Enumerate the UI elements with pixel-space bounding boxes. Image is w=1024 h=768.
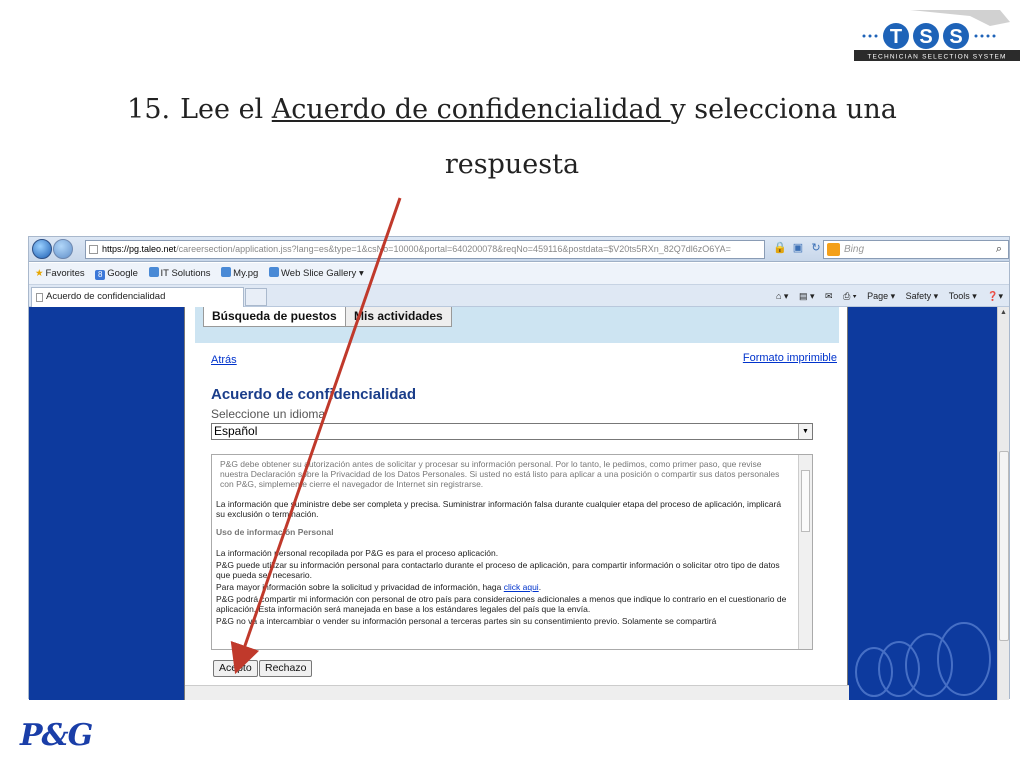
page-icon [89,245,98,254]
section-title: Uso de información Personal [216,527,334,537]
star-icon: ★ [35,268,44,279]
fav-google[interactable]: 8 Google [95,263,138,285]
print-icon[interactable]: ⎙ ▾ [843,291,856,301]
search-input[interactable]: Bing ⌕ [823,240,1009,259]
bing-icon [827,243,840,256]
ie-icon [268,267,279,277]
info-line-2: P&G puede utilizar su información person… [216,560,780,580]
title-link: Acuerdo de confidencialidad [271,94,671,125]
language-label: Seleccione un idioma [211,407,326,421]
decorative-circles [855,622,991,697]
back-icon[interactable] [32,239,52,259]
tss-letter-s2: S [949,26,962,48]
tss-logo: TECHNICIAN SELECTION SYSTEM T S S [850,6,1022,66]
lock-icon[interactable]: 🔒 [771,241,789,254]
career-tabs: Búsqueda de puestos Mis actividades [195,307,839,343]
textarea-scrollbar[interactable] [798,455,812,649]
home-icon[interactable]: ⌂ ▾ [776,291,788,301]
tss-tagline: TECHNICIAN SELECTION SYSTEM [867,54,1006,61]
favorites-bar: ★ Favorites 8 Google IT Solutions My.pg We… [29,263,1009,285]
info-line-4: P&G podrá compartir mi información con p… [216,594,787,614]
chevron-down-icon[interactable]: ▼ [798,424,812,439]
accept-button[interactable]: Acepto [213,660,258,677]
forward-icon[interactable] [53,239,73,259]
para-accuracy: La información que suministre debe ser c… [216,499,782,519]
step-number: 15. [127,94,171,125]
title-before: Lee el [180,94,272,125]
address-bar: https://pg.taleo.net/careersection/appli… [29,237,1009,262]
fav-mypg[interactable]: My.pg [221,263,258,285]
url-input[interactable]: https://pg.taleo.net/careersection/appli… [85,240,765,259]
print-format-link[interactable]: Formato imprimible [743,352,837,364]
tss-letter-t: T [890,26,902,48]
feeds-icon[interactable]: ▤ ▾ [799,291,815,301]
ie-icon [148,267,159,277]
slide-title: 15. Lee el Acuerdo de confidencialidad y … [0,82,1024,192]
page-footer [185,685,849,700]
command-bar: ⌂ ▾ ▤ ▾ ✉ ⎙ ▾ Page ▾ Safety ▾ Tools ▾ ❓▾ [768,285,1003,307]
title-after: y selecciona una [670,94,897,125]
page-menu[interactable]: Page ▾ [867,291,895,301]
language-select[interactable]: Español ▼ [211,423,813,440]
browser-tab[interactable]: Acuerdo de confidencialidad [31,287,244,307]
ie-icon [221,267,232,277]
intro-text: P&G debe obtener su autorización antes d… [220,459,780,489]
reject-button[interactable]: Rechazo [259,660,313,677]
info-line-5: P&G no va a intercambiar o vender su inf… [216,616,717,626]
page-heading: Acuerdo de confidencialidad [211,386,417,403]
browser-window: https://pg.taleo.net/careersection/appli… [28,236,1010,700]
page-viewport: Búsqueda de puestos Mis actividades Atrá… [29,307,997,700]
fav-it-solutions[interactable]: IT Solutions [148,263,211,285]
page-scrollbar[interactable]: ▲ [997,307,1009,700]
new-tab-button[interactable] [245,288,267,306]
help-icon[interactable]: ❓▾ [987,291,1003,301]
search-icon[interactable]: ⌕ [996,241,1002,258]
tools-menu[interactable]: Tools ▾ [949,291,977,301]
google-icon: 8 [95,270,106,280]
tab-bar: Acuerdo de confidencialidad ⌂ ▾ ▤ ▾ ✉ ⎙ … [29,285,1009,307]
pg-logo: P&G [20,718,93,753]
mail-icon[interactable]: ✉ [825,291,833,301]
tss-letter-s1: S [919,26,932,48]
safety-menu[interactable]: Safety ▾ [906,291,939,301]
click-here-link[interactable]: click aqui [504,582,539,592]
info-line-3: Para mayor información sobre la solicitu… [216,582,542,592]
document-icon [36,293,43,302]
back-link[interactable]: Atrás [211,354,237,366]
fav-web-slice[interactable]: Web Slice Gallery ▾ [268,263,364,285]
textarea-scroll-thumb[interactable] [801,470,810,532]
favorites-button[interactable]: ★ Favorites [35,263,85,285]
title-line2: respuesta [444,149,580,180]
tab-my-activities[interactable]: Mis actividades [345,307,452,327]
tab-job-search[interactable]: Búsqueda de puestos [203,307,346,327]
page-content: Búsqueda de puestos Mis actividades Atrá… [184,307,849,700]
info-line-1: La información personal recopilada por P… [216,548,499,558]
agreement-text[interactable]: P&G debe obtener su autorización antes d… [211,454,813,650]
scroll-thumb[interactable] [999,451,1009,641]
compat-icon[interactable]: ▣ [789,241,807,254]
scroll-up-icon[interactable]: ▲ [1000,309,1007,316]
